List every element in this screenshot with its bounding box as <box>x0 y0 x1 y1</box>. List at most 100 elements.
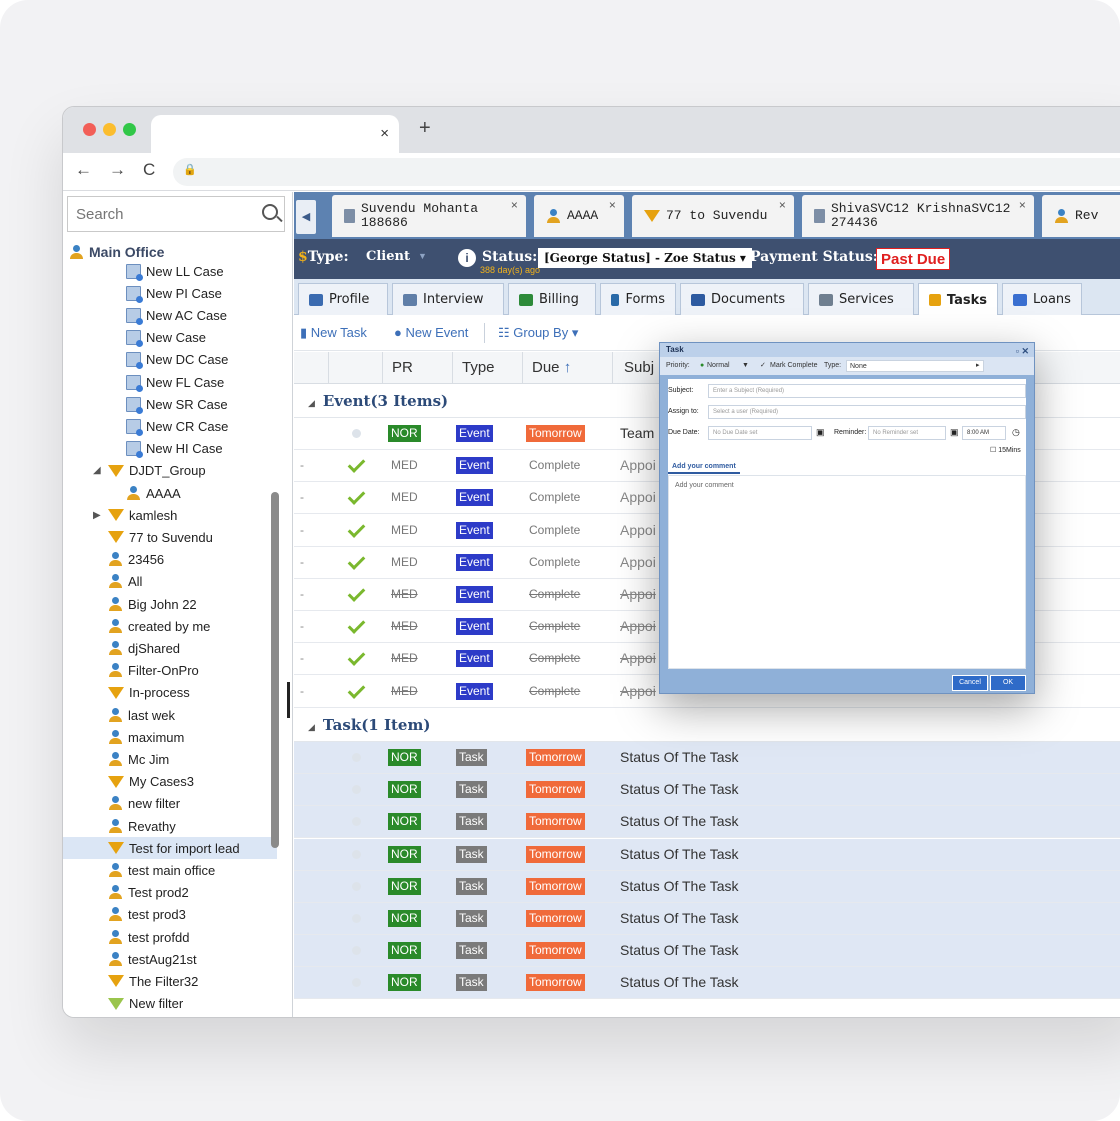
back-icon[interactable]: ← <box>75 160 92 180</box>
time-field[interactable]: 8:00 AM <box>962 426 1006 440</box>
column-pr[interactable]: PR <box>392 359 413 376</box>
mark-complete-check-icon[interactable]: ✓ <box>760 357 766 375</box>
tab-services[interactable]: Services <box>808 283 914 315</box>
tree-item[interactable]: New filter <box>63 993 277 1014</box>
minimize-window-dot[interactable] <box>103 123 116 136</box>
tree-item[interactable]: testAug21st <box>63 948 277 970</box>
complete-check-icon[interactable] <box>347 680 366 699</box>
close-record-tab-icon[interactable]: × <box>511 199 518 213</box>
subject-cell[interactable]: Appoi <box>620 683 656 699</box>
new-tab-button[interactable]: + <box>419 117 431 140</box>
tree-item[interactable]: Test for import lead <box>63 837 277 860</box>
complete-check-icon[interactable] <box>347 487 366 506</box>
tree-item[interactable]: ◢ DJDT_Group <box>63 460 277 482</box>
type-select[interactable]: None <box>846 360 984 372</box>
tree-item[interactable]: AAAA <box>63 482 277 504</box>
tree-item[interactable]: test profdd <box>63 926 277 948</box>
tab-loans[interactable]: Loans <box>1002 283 1082 315</box>
tab-documents[interactable]: Documents <box>680 283 804 315</box>
tree-item[interactable]: New AC Case <box>63 304 277 326</box>
tree-item[interactable]: In-process <box>63 682 277 704</box>
tree-item[interactable]: last wek <box>63 704 277 726</box>
tab-forms[interactable]: Forms <box>600 283 676 315</box>
group-by-button[interactable]: ☷ Group By ▾ <box>498 325 578 341</box>
reload-icon[interactable]: C <box>143 160 155 180</box>
ok-button[interactable]: OK <box>990 675 1026 691</box>
comment-textarea[interactable]: Add your comment <box>668 475 1026 669</box>
subject-cell[interactable]: Status Of The Task <box>620 813 739 829</box>
subject-cell[interactable]: Appoi <box>620 554 656 570</box>
complete-toggle-icon[interactable] <box>352 849 361 859</box>
url-field[interactable]: 🔒 <box>173 158 1120 186</box>
new-event-button[interactable]: ● New Event <box>394 325 468 340</box>
type-dropdown-icon[interactable]: ▸ <box>976 357 980 375</box>
column-due[interactable]: Due ↑ <box>532 359 571 376</box>
close-tab-icon[interactable]: × <box>380 125 389 142</box>
complete-toggle-icon[interactable] <box>352 914 361 923</box>
complete-toggle-icon[interactable] <box>352 978 361 988</box>
fifteen-mins-checkbox[interactable]: ☐ 15Mins <box>990 446 1021 454</box>
collapse-sidebar-button[interactable]: ◀ <box>296 200 316 234</box>
tree-item[interactable]: Test prod2 <box>63 882 277 904</box>
tree-item[interactable]: New CR Case <box>63 415 277 437</box>
tree-item[interactable]: djShared <box>63 637 277 659</box>
table-row[interactable]: NOR Task Tomorrow Status Of The Task <box>294 742 1120 774</box>
tree-item[interactable]: The Filter32 <box>63 970 277 992</box>
subject-field[interactable]: Enter a Subject (Required) <box>708 384 1026 398</box>
subject-cell[interactable]: Appoi <box>620 650 656 666</box>
complete-check-icon[interactable] <box>347 551 366 570</box>
record-tab[interactable]: Suvendu Mohanta 188686 × <box>332 195 526 237</box>
assign-field[interactable]: Select a user (Required) <box>708 405 1026 419</box>
record-tab[interactable]: Rev <box>1042 195 1120 237</box>
priority-select[interactable]: Normal <box>707 357 730 375</box>
reminder-calendar-icon[interactable]: ▣ <box>950 427 959 438</box>
close-window-dot[interactable] <box>83 123 96 136</box>
tree-item[interactable]: New FL Case <box>63 371 277 393</box>
complete-toggle-icon[interactable] <box>352 429 361 438</box>
complete-toggle-icon[interactable] <box>352 881 361 891</box>
panel-splitter[interactable] <box>287 682 290 718</box>
cancel-button[interactable]: Cancel <box>952 675 988 691</box>
sidebar-scrollbar[interactable] <box>271 492 279 848</box>
subject-cell[interactable]: Appoi <box>620 586 656 602</box>
priority-dropdown-icon[interactable]: ▼ <box>742 357 749 375</box>
tree-item[interactable]: ▶ kamlesh <box>63 504 277 526</box>
subject-cell[interactable]: Appoi <box>620 489 656 505</box>
due-date-field[interactable]: No Due Date set <box>708 426 812 440</box>
tree-item[interactable]: new filter <box>63 793 277 815</box>
subject-cell[interactable]: Status Of The Task <box>620 846 739 862</box>
reminder-field[interactable]: No Reminder set <box>868 426 946 440</box>
tree-item[interactable]: My Cases3 <box>63 771 277 793</box>
tree-item[interactable]: Revathy <box>63 815 277 837</box>
tree-item[interactable]: New SR Case <box>63 393 277 415</box>
browser-tab[interactable]: × <box>151 115 399 153</box>
tree-item[interactable]: 77 to Suvendu <box>63 526 277 548</box>
subject-cell[interactable]: Appoi <box>620 522 656 538</box>
table-row[interactable]: NOR Task Tomorrow Status Of The Task <box>294 838 1120 871</box>
clock-icon[interactable]: ◷ <box>1012 427 1020 438</box>
subject-cell[interactable]: Status Of The Task <box>620 781 739 797</box>
tree-item[interactable]: All <box>63 571 277 593</box>
tree-item[interactable]: New DC Case <box>63 349 277 371</box>
tree-item[interactable]: Big John 22 <box>63 593 277 615</box>
tab-tasks[interactable]: Tasks <box>918 283 998 316</box>
subject-cell[interactable]: Status Of The Task <box>620 749 739 765</box>
table-row[interactable]: NOR Task Tomorrow Status Of The Task <box>294 870 1120 903</box>
tree-item[interactable]: test main office <box>63 859 277 881</box>
complete-check-icon[interactable] <box>347 519 366 538</box>
complete-check-icon[interactable] <box>347 648 366 667</box>
tree-item[interactable]: New LL Case <box>63 260 277 282</box>
mark-complete-label[interactable]: Mark Complete <box>770 357 817 375</box>
complete-check-icon[interactable] <box>347 584 366 602</box>
tree-item[interactable]: test prod3 <box>63 904 277 926</box>
maximize-window-dot[interactable] <box>123 123 136 136</box>
tree-toggle-icon[interactable]: ▶ <box>93 510 103 521</box>
record-tab[interactable]: ShivaSVC12 KrishnaSVC12 274436 × <box>802 195 1034 237</box>
search-input[interactable] <box>68 197 248 231</box>
tree-item[interactable]: Filter-OnPro <box>63 660 277 682</box>
complete-toggle-icon[interactable] <box>352 753 361 762</box>
type-dropdown-icon[interactable]: ▼ <box>418 251 427 261</box>
column-type[interactable]: Type <box>462 359 495 376</box>
subject-cell[interactable]: Appoi <box>620 618 656 634</box>
record-tab[interactable]: AAAA × <box>534 195 624 237</box>
